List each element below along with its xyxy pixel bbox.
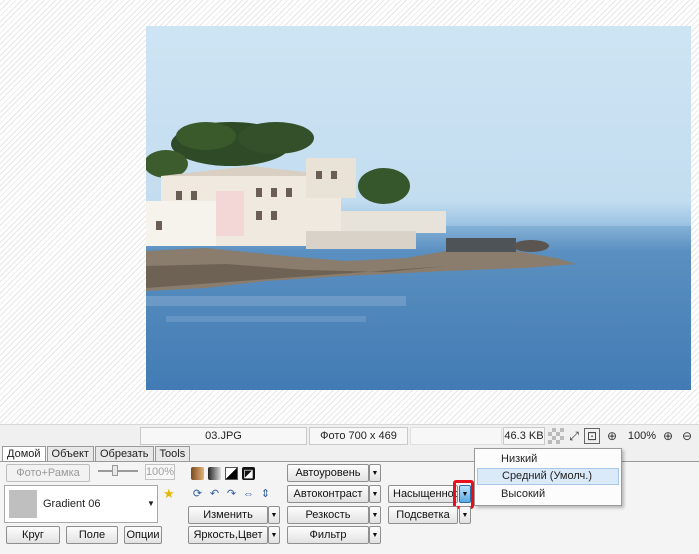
negative-icon[interactable]: ◪ bbox=[242, 467, 255, 480]
zoom-label: 100% bbox=[627, 430, 657, 442]
menu-item-high[interactable]: Высокий bbox=[477, 486, 619, 503]
rotate-left-icon[interactable]: ↶ bbox=[208, 487, 221, 500]
zoom-fit-icon[interactable]: ⊕ bbox=[604, 428, 620, 444]
sharpness-button[interactable]: Резкость bbox=[287, 506, 369, 524]
zoom-in-icon[interactable]: ⊕ bbox=[660, 428, 676, 444]
auto-contrast-button[interactable]: Автоконтраст bbox=[287, 485, 369, 503]
circle-button[interactable]: Круг bbox=[6, 526, 60, 544]
image-canvas[interactable] bbox=[0, 0, 699, 424]
tab-tools[interactable]: Tools bbox=[154, 446, 191, 462]
opacity-value[interactable]: 100% bbox=[145, 464, 175, 480]
fit-icon[interactable]: ⤢ bbox=[566, 428, 582, 444]
backlight-dropdown-arrow[interactable]: ▼ bbox=[459, 506, 471, 524]
flip-horizontal-icon[interactable]: ⇔ bbox=[242, 487, 255, 500]
saturation-button[interactable]: Насыщенность bbox=[388, 485, 458, 503]
chevron-down-icon: ▼ bbox=[147, 499, 155, 508]
options-button[interactable]: Опции bbox=[124, 526, 162, 544]
backlight-button[interactable]: Подсветка bbox=[388, 506, 458, 524]
star-icon[interactable]: ★ bbox=[163, 486, 175, 502]
contrast-icon[interactable] bbox=[225, 467, 238, 480]
gradient-name: Gradient 06 bbox=[43, 498, 101, 510]
filename-label: 03.JPG bbox=[140, 427, 307, 445]
sepia-icon[interactable] bbox=[191, 467, 204, 480]
zoom-out-icon[interactable]: ⊖ bbox=[679, 428, 695, 444]
menu-item-low[interactable]: Низкий bbox=[477, 451, 619, 468]
auto-level-dropdown-arrow[interactable]: ▼ bbox=[369, 464, 381, 482]
sharpness-dropdown-arrow[interactable]: ▼ bbox=[369, 506, 381, 524]
file-size-label: 46.3 KB bbox=[503, 427, 545, 445]
field-button[interactable]: Поле bbox=[66, 526, 118, 544]
status-bar: 03.JPG Фото 700 x 469 46.3 KB ⤢ ⊡ ⊕ 100%… bbox=[0, 424, 699, 446]
gradient-select[interactable]: Gradient 06 ▼ bbox=[4, 485, 158, 523]
filter-dropdown-arrow[interactable]: ▼ bbox=[369, 526, 381, 544]
auto-level-button[interactable]: Автоуровень bbox=[287, 464, 369, 482]
status-spacer bbox=[410, 427, 502, 445]
checker-icon[interactable] bbox=[548, 428, 564, 444]
tab-object[interactable]: Объект bbox=[46, 446, 94, 462]
ribbon-tabs: Домой Объект Обрезать Tools bbox=[2, 446, 191, 463]
auto-contrast-dropdown-arrow[interactable]: ▼ bbox=[369, 485, 381, 503]
rotate-right-icon[interactable]: ↷ bbox=[225, 487, 238, 500]
flip-vertical-icon[interactable]: ⇕ bbox=[259, 487, 272, 500]
photo-info-label: Фото 700 x 469 bbox=[309, 427, 408, 445]
brightness-color-button[interactable]: Яркость,Цвет bbox=[188, 526, 268, 544]
filter-button[interactable]: Фильтр bbox=[287, 526, 369, 544]
gradient-swatch bbox=[9, 490, 37, 518]
opacity-slider-handle[interactable] bbox=[112, 465, 118, 476]
actual-size-icon[interactable]: ⊡ bbox=[584, 428, 600, 444]
tab-crop[interactable]: Обрезать bbox=[94, 446, 154, 462]
highlight-box bbox=[453, 480, 474, 509]
change-button[interactable]: Изменить bbox=[188, 506, 268, 524]
menu-item-medium-default[interactable]: Средний (Умолч.) bbox=[477, 468, 619, 485]
saturation-dropdown-menu: Низкий Средний (Умолч.) Высокий bbox=[474, 448, 622, 506]
photo-frame-button[interactable]: Фото+Рамка bbox=[6, 464, 90, 482]
brightness-dropdown-arrow[interactable]: ▼ bbox=[268, 526, 280, 544]
grayscale-icon[interactable] bbox=[208, 467, 221, 480]
opacity-slider-track[interactable] bbox=[98, 470, 138, 472]
rotate-icon[interactable]: ⟳ bbox=[191, 487, 204, 500]
photo-preview[interactable] bbox=[146, 26, 691, 390]
change-dropdown-arrow[interactable]: ▼ bbox=[268, 506, 280, 524]
